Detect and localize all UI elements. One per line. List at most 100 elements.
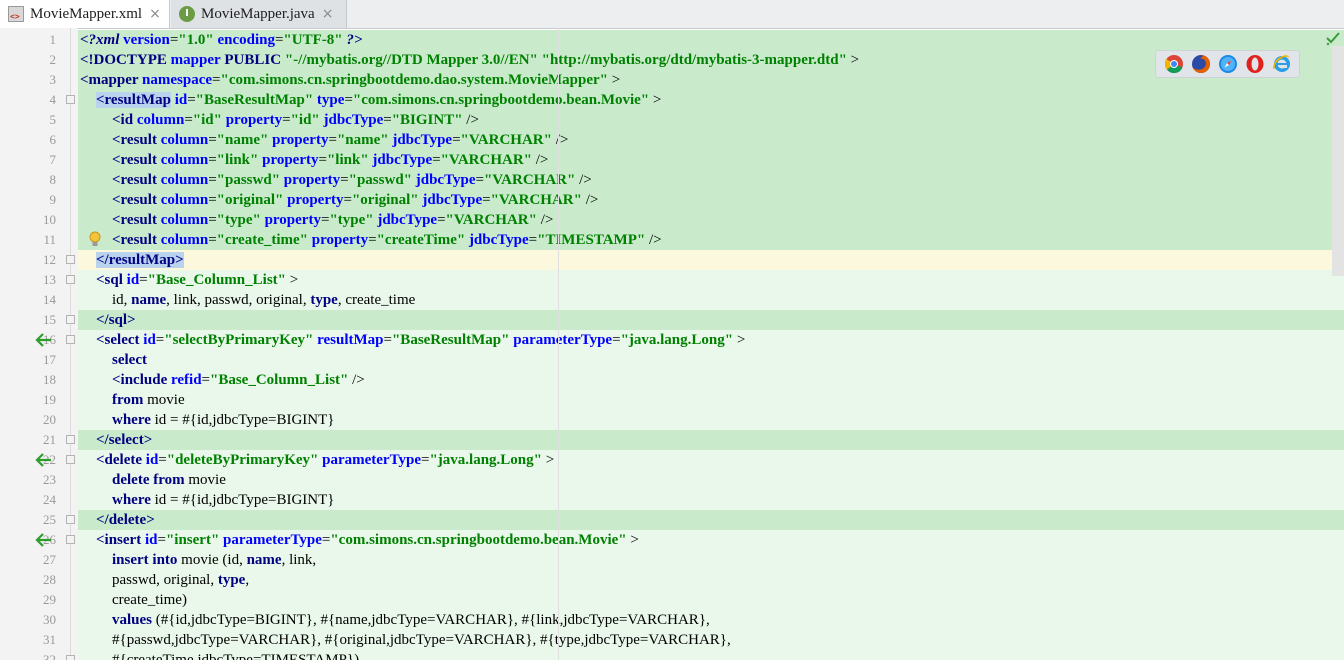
code-editor[interactable]: 1 <?xml version="1.0" encoding="UTF-8" ?>… (0, 28, 1344, 660)
code-token: "http://mybatis.org/dtd/mybatis-3-mapper… (541, 52, 847, 68)
code-line[interactable]: 5 <id column="id" property="id" jdbcType=… (0, 110, 1344, 130)
fold-marker-icon[interactable] (66, 335, 75, 344)
code-token: = (187, 92, 196, 108)
code-line[interactable]: 17 select (0, 350, 1344, 370)
code-token: jdbcType (372, 152, 433, 168)
inspection-ok-icon[interactable] (1325, 30, 1341, 46)
line-number: 11 (43, 232, 56, 247)
fold-marker-icon[interactable] (66, 95, 75, 104)
code-text: <result column="create_time" property="c… (112, 230, 662, 250)
code-line[interactable]: 29 create_time) (0, 590, 1344, 610)
browser-preview-toolbar (1155, 50, 1300, 78)
fold-marker-icon[interactable] (66, 655, 75, 660)
code-token: jdbcType (377, 212, 438, 228)
code-text: id, name, link, passwd, original, type, … (112, 290, 415, 310)
code-line[interactable]: 8 <result column="passwd" property="passw… (0, 170, 1344, 190)
code-line[interactable]: 15 </sql> (0, 310, 1344, 330)
fold-marker-icon[interactable] (66, 315, 75, 324)
tab-moviemapper-xml[interactable]: MovieMapper.xml × (0, 0, 170, 28)
code-line[interactable]: 4 <resultMap id="BaseResultMap" type="com… (0, 90, 1344, 110)
code-token: = (169, 32, 179, 48)
code-line[interactable]: 16 <select id="selectByPrimaryKey" result… (0, 330, 1344, 350)
code-token: <result (112, 172, 161, 188)
code-line[interactable]: 6 <result column="name" property="name" j… (0, 130, 1344, 150)
chrome-icon[interactable] (1164, 54, 1184, 74)
code-token: <select (96, 332, 144, 348)
fold-marker-icon[interactable] (66, 275, 75, 284)
navigate-to-method-arrow-icon[interactable] (34, 532, 52, 548)
fold-marker-icon[interactable] (66, 255, 75, 264)
line-number: 28 (43, 572, 56, 587)
code-line[interactable]: 23 delete from movie (0, 470, 1344, 490)
code-token: = (184, 112, 193, 128)
code-line[interactable]: 1 <?xml version="1.0" encoding="UTF-8" ?> (0, 30, 1344, 50)
code-text: <sql id="Base_Column_List" > (96, 270, 298, 290)
code-line[interactable]: 27 insert into movie (id, name, link, (0, 550, 1344, 570)
code-line[interactable]: 11 <result column="create_time" property=… (0, 230, 1344, 250)
opera-icon[interactable] (1245, 54, 1265, 74)
code-line[interactable]: 22 <delete id="deleteByPrimaryKey" parame… (0, 450, 1344, 470)
tab-label: MovieMapper.java (201, 5, 315, 22)
code-line[interactable]: 3 <mapper namespace="com.simons.cn.spring… (0, 70, 1344, 90)
line-highlight (78, 250, 1344, 270)
safari-icon[interactable] (1218, 54, 1238, 74)
vertical-scrollbar-thumb[interactable] (1332, 46, 1344, 276)
code-line[interactable]: 12 </resultMap> (0, 250, 1344, 270)
line-number: 2 (49, 52, 57, 67)
firefox-icon[interactable] (1191, 54, 1211, 74)
code-text: #{passwd,jdbcType=VARCHAR}, #{original,j… (112, 630, 731, 650)
code-token: "name" (216, 132, 269, 148)
code-token: "link" (216, 152, 259, 168)
code-token: "create_time" (216, 232, 308, 248)
code-line[interactable]: 25 </delete> (0, 510, 1344, 530)
line-number: 5 (49, 112, 57, 127)
code-text: </delete> (96, 510, 155, 530)
code-token: "passwd" (216, 172, 281, 188)
code-line[interactable]: 20 where id = #{id,jdbcType=BIGINT} (0, 410, 1344, 430)
close-tab-icon[interactable]: × (322, 6, 334, 22)
fold-marker-icon[interactable] (66, 535, 75, 544)
code-token: #{createTime,jdbcType=TIMESTAMP}) (112, 652, 360, 660)
close-tab-icon[interactable]: × (149, 6, 161, 22)
navigate-to-method-arrow-icon[interactable] (34, 332, 52, 348)
code-line[interactable]: 21 </select> (0, 430, 1344, 450)
code-token: column (160, 172, 209, 188)
line-number: 9 (49, 192, 57, 207)
code-line[interactable]: 31 #{passwd,jdbcType=VARCHAR}, #{original… (0, 630, 1344, 650)
code-token: property (311, 232, 369, 248)
ie-icon[interactable] (1272, 54, 1292, 74)
code-token: column (160, 232, 209, 248)
navigate-to-method-arrow-icon[interactable] (34, 452, 52, 468)
code-token: "com.simons.cn.springbootdemo.dao.system… (220, 72, 608, 88)
fold-marker-icon[interactable] (66, 435, 75, 444)
code-token: , (245, 572, 250, 588)
code-line[interactable]: 18 <include refid="Base_Column_List" /> (0, 370, 1344, 390)
tab-moviemapper-java[interactable]: I MovieMapper.java × (171, 0, 347, 28)
code-text: values (#{id,jdbcType=BIGINT}, #{name,jd… (112, 610, 710, 630)
code-token: = (344, 92, 353, 108)
code-token: = (201, 372, 211, 388)
fold-marker-icon[interactable] (66, 455, 75, 464)
code-line[interactable]: 26 <insert id="insert" parameterType="com… (0, 530, 1344, 550)
fold-marker-icon[interactable] (66, 515, 75, 524)
code-line[interactable]: 7 <result column="link" property="link" j… (0, 150, 1344, 170)
code-line[interactable]: 2 <!DOCTYPE mapper PUBLIC "-//mybatis.org… (0, 50, 1344, 70)
intention-bulb-icon[interactable] (89, 231, 101, 249)
code-line[interactable]: 9 <result column="original" property="ori… (0, 190, 1344, 210)
code-token: <result (112, 212, 161, 228)
code-token: where (112, 492, 151, 508)
code-line[interactable]: 19 from movie (0, 390, 1344, 410)
code-line[interactable]: 10 <result column="type" property="type" … (0, 210, 1344, 230)
line-number: 20 (43, 412, 56, 427)
code-token: parameterType (513, 332, 613, 348)
code-token: property (262, 152, 319, 168)
code-line[interactable]: 30 values (#{id,jdbcType=BIGINT}, #{name,… (0, 610, 1344, 630)
code-line[interactable]: 13 <sql id="Base_Column_List" > (0, 270, 1344, 290)
code-line[interactable]: 32 #{createTime,jdbcType=TIMESTAMP}) (0, 650, 1344, 660)
code-line[interactable]: 14 id, name, link, passwd, original, type… (0, 290, 1344, 310)
code-token: "java.lang.Long" (429, 452, 542, 468)
code-token: type (217, 572, 246, 588)
code-line[interactable]: 28 passwd, original, type, (0, 570, 1344, 590)
code-token: <result (112, 232, 161, 248)
code-line[interactable]: 24 where id = #{id,jdbcType=BIGINT} (0, 490, 1344, 510)
